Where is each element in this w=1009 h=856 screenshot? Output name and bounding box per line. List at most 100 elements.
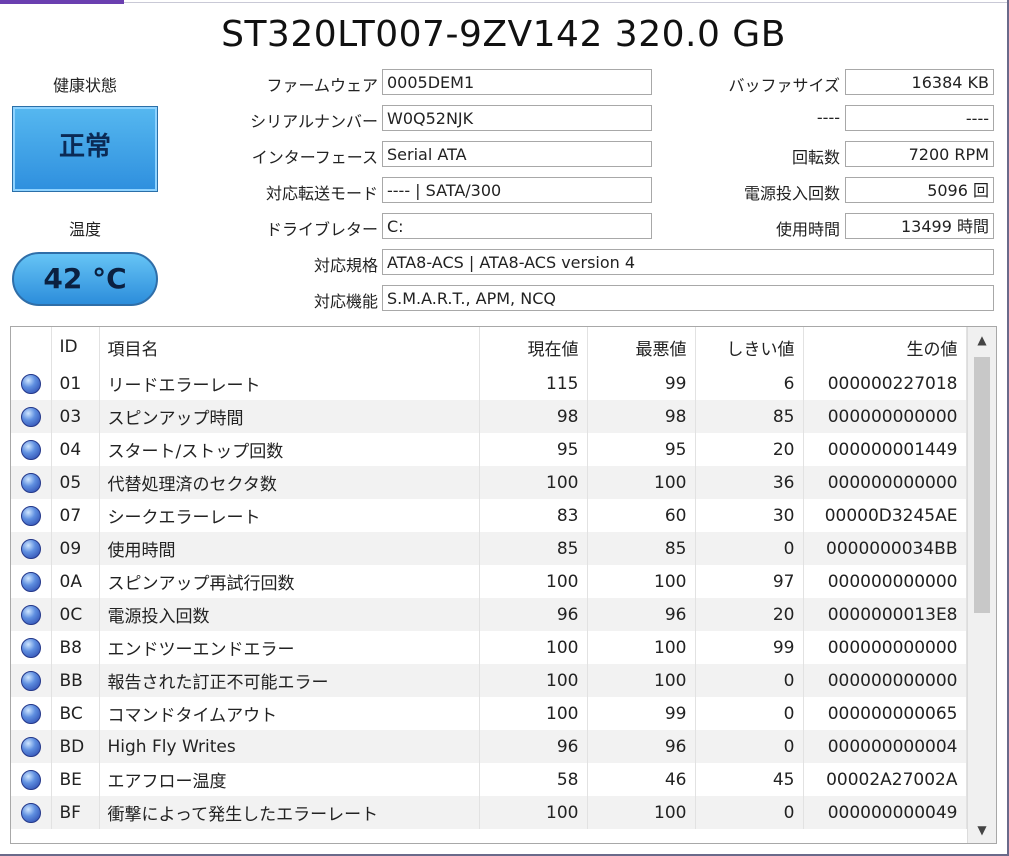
smart-row[interactable]: 01 リードエラーレート 115 99 6 000000227018 — [11, 367, 967, 400]
status-dot-cell — [11, 367, 52, 400]
attribute-id: 07 — [51, 499, 100, 532]
threshold-value: 6 — [695, 367, 804, 400]
smart-row[interactable]: 04 スタート/ストップ回数 95 95 20 000000001449 — [11, 433, 967, 466]
attribute-name: エンドツーエンドエラー — [99, 631, 480, 664]
raw-value: 000000000000 — [803, 565, 967, 598]
interface-field: Serial ATA — [382, 141, 652, 167]
worst-value: 99 — [587, 697, 696, 730]
worst-value: 100 — [587, 631, 696, 664]
buffer-field: 16384 KB — [845, 69, 994, 95]
smart-table: ID 項目名 現在値 最悪値 しきい値 生の値 01 リードエラーレート 115 99… — [11, 327, 967, 829]
smart-table-panel[interactable]: ID 項目名 現在値 最悪値 しきい値 生の値 01 リードエラーレート 115 99… — [10, 326, 997, 844]
status-dot-icon — [20, 670, 41, 691]
health-label: 健康状態 — [52, 76, 117, 95]
smart-header-row: ID 項目名 現在値 最悪値 しきい値 生の値 — [11, 327, 967, 367]
smart-row[interactable]: 05 代替処理済のセクタ数 100 100 36 000000000000 — [11, 466, 967, 499]
rotation-label: 回転数 — [791, 148, 840, 167]
scroll-thumb[interactable] — [974, 357, 990, 613]
raw-value: 000000000004 — [803, 730, 967, 763]
standard-label: 対応規格 — [313, 256, 378, 275]
table-scrollbar[interactable]: ▲ ▼ — [967, 327, 996, 843]
status-dot-icon — [20, 571, 41, 592]
firmware-label: ファームウェア — [266, 76, 378, 95]
raw-value: 000000000000 — [803, 466, 967, 499]
threshold-value: 0 — [695, 796, 804, 829]
attribute-id: BC — [51, 697, 100, 730]
worst-value: 96 — [587, 598, 696, 631]
serial-label: シリアルナンバー — [250, 112, 378, 131]
drive-title: ST320LT007-9ZV142 320.0 GB — [221, 14, 786, 55]
firmware-field: 0005DEM1 — [382, 69, 652, 95]
rotation-field: 7200 RPM — [845, 141, 994, 167]
id-column-header[interactable]: ID — [51, 327, 100, 367]
threshold-value: 36 — [695, 466, 804, 499]
status-column-header — [11, 327, 52, 367]
power-count-field: 5096 回 — [845, 177, 994, 203]
threshold-value: 97 — [695, 565, 804, 598]
status-dot-cell — [11, 598, 52, 631]
current-column-header[interactable]: 現在値 — [479, 327, 588, 367]
smart-row[interactable]: 07 シークエラーレート 83 60 30 00000D3245AE — [11, 499, 967, 532]
worst-value: 46 — [587, 763, 696, 796]
smart-row[interactable]: BE エアフロー温度 58 46 45 00002A27002A — [11, 763, 967, 796]
power-count-label: 電源投入回数 — [743, 184, 840, 203]
status-dot-icon — [20, 703, 41, 724]
unknown-field: ---- — [845, 105, 994, 131]
status-dot-icon — [20, 802, 41, 823]
smart-row[interactable]: BB 報告された訂正不可能エラー 100 100 0 000000000000 — [11, 664, 967, 697]
attribute-id: BB — [51, 664, 100, 697]
raw-value: 00002A27002A — [803, 763, 967, 796]
health-status-button[interactable]: 正常 — [12, 106, 158, 192]
drive-letter-label: ドライブレター — [265, 220, 378, 239]
worst-value: 100 — [587, 565, 696, 598]
smart-row[interactable]: 03 スピンアップ時間 98 98 85 000000000000 — [11, 400, 967, 433]
attribute-name: 電源投入回数 — [99, 598, 480, 631]
threshold-value: 99 — [695, 631, 804, 664]
name-column-header[interactable]: 項目名 — [99, 327, 480, 367]
drive-letter-field: C: — [382, 213, 652, 239]
attribute-id: BE — [51, 763, 100, 796]
title-divider — [124, 2, 1007, 3]
title-accent — [0, 0, 124, 4]
status-dot-cell — [11, 433, 52, 466]
power-hours-field: 13499 時間 — [845, 213, 994, 239]
attribute-name: スピンアップ時間 — [99, 400, 480, 433]
worst-value: 60 — [587, 499, 696, 532]
temperature-badge[interactable]: 42 °C — [12, 252, 158, 306]
current-value: 96 — [479, 598, 588, 631]
worst-value: 96 — [587, 730, 696, 763]
smart-row[interactable]: BC コマンドタイムアウト 100 99 0 000000000065 — [11, 697, 967, 730]
threshold-value: 20 — [695, 598, 804, 631]
interface-label: インターフェース — [251, 148, 378, 167]
threshold-value: 85 — [695, 400, 804, 433]
raw-value: 000000000065 — [803, 697, 967, 730]
threshold-value: 0 — [695, 697, 804, 730]
smart-row[interactable]: B8 エンドツーエンドエラー 100 100 99 000000000000 — [11, 631, 967, 664]
transfer-mode-field: ---- | SATA/300 — [382, 177, 652, 203]
current-value: 115 — [479, 367, 588, 400]
raw-value: 000000000000 — [803, 631, 967, 664]
threshold-column-header[interactable]: しきい値 — [695, 327, 804, 367]
attribute-name: スタート/ストップ回数 — [99, 433, 480, 466]
status-dot-cell — [11, 532, 52, 565]
status-dot-cell — [11, 730, 52, 763]
scroll-down-icon[interactable]: ▼ — [968, 817, 996, 843]
smart-row[interactable]: 0C 電源投入回数 96 96 20 0000000013E8 — [11, 598, 967, 631]
attribute-name: 衝撃によって発生したエラーレート — [99, 796, 480, 829]
attribute-name: 使用時間 — [99, 532, 480, 565]
current-value: 58 — [479, 763, 588, 796]
worst-column-header[interactable]: 最悪値 — [587, 327, 696, 367]
smart-row[interactable]: BF 衝撃によって発生したエラーレート 100 100 0 000000000049 — [11, 796, 967, 829]
attribute-name: コマンドタイムアウト — [99, 697, 480, 730]
raw-column-header[interactable]: 生の値 — [803, 327, 967, 367]
current-value: 100 — [479, 565, 588, 598]
smart-row[interactable]: 0A スピンアップ再試行回数 100 100 97 000000000000 — [11, 565, 967, 598]
current-value: 85 — [479, 532, 588, 565]
status-dot-icon — [20, 538, 41, 559]
threshold-value: 0 — [695, 664, 804, 697]
scroll-up-icon[interactable]: ▲ — [968, 327, 996, 353]
app-window: ST320LT007-9ZV142 320.0 GB 健康状態 正常 温度 42… — [0, 0, 1009, 856]
smart-row[interactable]: 09 使用時間 85 85 0 0000000034BB — [11, 532, 967, 565]
smart-row[interactable]: BD High Fly Writes 96 96 0 000000000004 — [11, 730, 967, 763]
features-label: 対応機能 — [313, 292, 378, 311]
